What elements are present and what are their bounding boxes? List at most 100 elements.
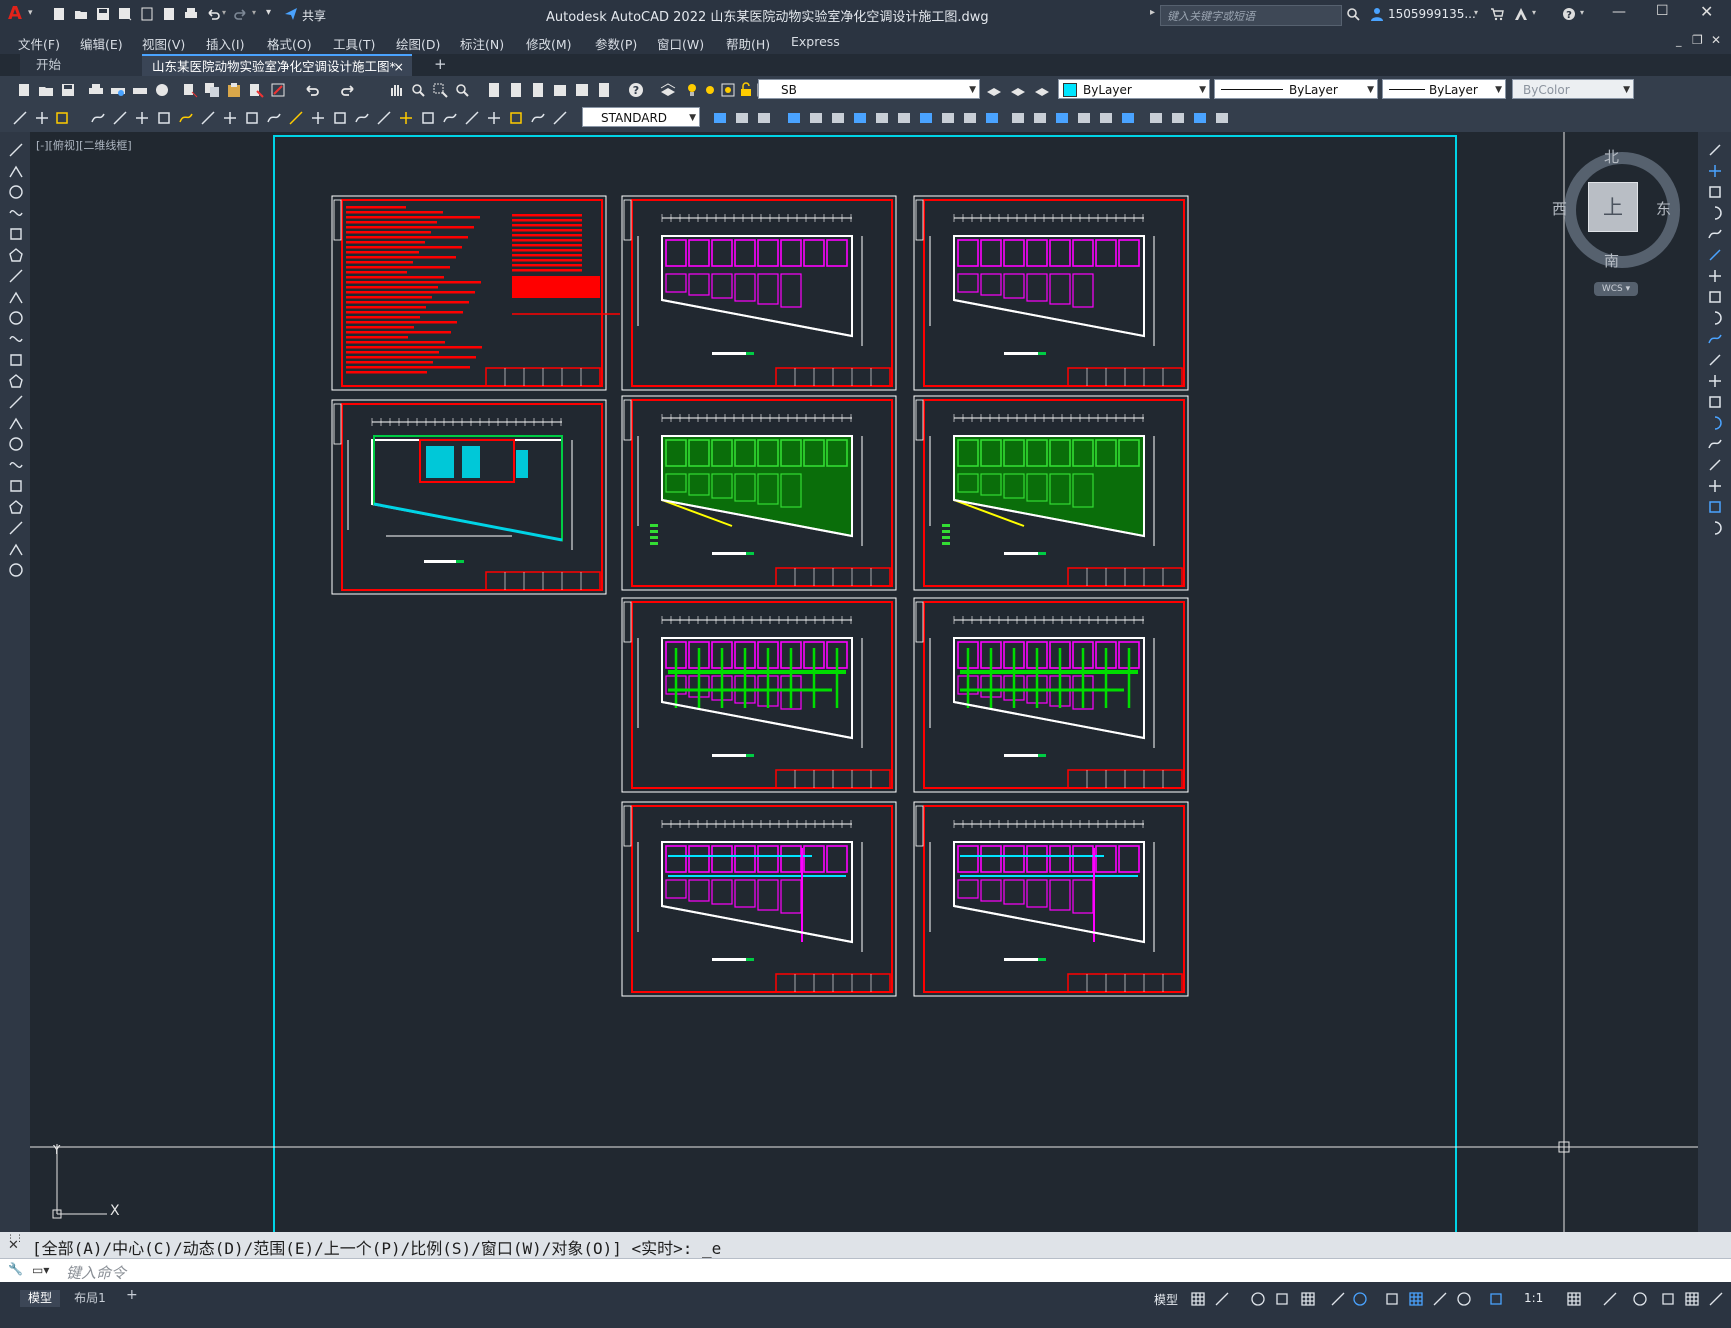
search-input[interactable]: 键入关键字或短语 — [1160, 5, 1342, 26]
layer-previous-icon[interactable] — [1010, 82, 1026, 98]
viewcube[interactable]: 上 北 南 西 东 WCS ▾ — [1552, 142, 1684, 302]
modify-tool-4-icon[interactable] — [1707, 226, 1723, 246]
open-icon[interactable] — [38, 82, 54, 98]
viewcube-top-face[interactable]: 上 — [1588, 182, 1638, 232]
status-toggle-8-icon[interactable] — [1408, 1291, 1424, 1311]
add-layout-button[interactable]: + — [126, 1287, 138, 1303]
lineweight-dropdown[interactable]: ByLayer ▼ — [1382, 79, 1506, 99]
layer-viewport-icon[interactable] — [720, 82, 736, 98]
compass-south-label[interactable]: 南 — [1604, 250, 1619, 271]
redo-toolbar-icon[interactable] — [340, 82, 356, 98]
wcs-menu-button[interactable]: WCS ▾ — [1594, 282, 1638, 296]
3dprint-icon[interactable] — [154, 82, 170, 98]
share-icon[interactable] — [284, 7, 298, 21]
modify-tool-10-icon[interactable] — [1707, 352, 1723, 372]
apps-dropdown-icon[interactable]: ▾ — [1532, 8, 1536, 17]
model-space-canvas[interactable]: Y X — [30, 132, 1698, 1232]
user-icon[interactable] — [1370, 7, 1384, 21]
layer-dropdown[interactable]: SB ▼ — [758, 79, 980, 99]
tool2-13-icon[interactable] — [310, 110, 326, 130]
command-customize-icon[interactable]: 🔧 — [8, 1262, 23, 1276]
properties-icon[interactable] — [486, 82, 502, 98]
redo-dropdown-icon[interactable]: ▾ — [252, 8, 256, 17]
undo-icon[interactable] — [206, 7, 220, 21]
menu-insert[interactable]: 插入(I) — [206, 34, 244, 53]
status-toggle-9-icon[interactable] — [1432, 1291, 1448, 1311]
menu-tools[interactable]: 工具(T) — [333, 34, 375, 53]
status-toggle-14-icon[interactable] — [1632, 1291, 1648, 1311]
doc-restore-icon[interactable]: ❐ — [1692, 33, 1703, 47]
save-icon[interactable] — [96, 7, 110, 21]
modify-tool-1-icon[interactable] — [1707, 163, 1723, 183]
tool2-21-icon[interactable] — [486, 110, 502, 130]
draw-tool-15-icon[interactable] — [8, 457, 24, 477]
modify2-15-icon[interactable] — [1054, 110, 1070, 130]
menu-modify[interactable]: 修改(M) — [526, 34, 572, 53]
close-icon[interactable]: ✕ — [1700, 2, 1713, 21]
doc-minimize-icon[interactable]: _ — [1676, 34, 1682, 47]
save-web-icon[interactable] — [162, 7, 176, 21]
status-toggle-1-icon[interactable] — [1214, 1291, 1230, 1311]
tool2-14-icon[interactable] — [332, 110, 348, 130]
modify2-11-icon[interactable] — [962, 110, 978, 130]
status-toggle-4-icon[interactable] — [1300, 1291, 1316, 1311]
modify2-17-icon[interactable] — [1098, 110, 1114, 130]
tool2-2-icon[interactable] — [54, 110, 70, 130]
make-current-layer-icon[interactable] — [986, 82, 1002, 98]
compass-east-label[interactable]: 东 — [1656, 198, 1671, 219]
draw-tool-9-icon[interactable] — [8, 331, 24, 351]
tab-start[interactable]: 开始 — [20, 54, 158, 76]
draw-tool-12-icon[interactable] — [8, 394, 24, 414]
menu-format[interactable]: 格式(O) — [267, 34, 312, 53]
draw-tool-3-icon[interactable] — [8, 205, 24, 225]
modify-tool-13-icon[interactable] — [1707, 415, 1723, 435]
search-expand-icon[interactable]: ▸ — [1150, 7, 1155, 18]
tool2-19-icon[interactable] — [442, 110, 458, 130]
tool2-0-icon[interactable] — [12, 110, 28, 130]
qnew-icon[interactable] — [16, 82, 32, 98]
menu-parametric[interactable]: 参数(P) — [595, 34, 637, 53]
draw-tool-4-icon[interactable] — [8, 226, 24, 246]
doc-close-icon[interactable]: ✕ — [1711, 33, 1721, 47]
save-toolbar-icon[interactable] — [60, 82, 76, 98]
copy-icon[interactable] — [204, 82, 220, 98]
modify2-10-icon[interactable] — [940, 110, 956, 130]
plot-icon[interactable] — [184, 7, 198, 21]
linetype-dropdown[interactable]: ByLayer ▼ — [1214, 79, 1378, 99]
modify-tool-7-icon[interactable] — [1707, 289, 1723, 309]
menu-help[interactable]: 帮助(H) — [726, 34, 770, 53]
status-toggle-10-icon[interactable] — [1456, 1291, 1472, 1311]
customize-qat-icon[interactable]: ▾ — [266, 7, 271, 18]
cart-icon[interactable] — [1490, 7, 1504, 21]
menu-view[interactable]: 视图(V) — [142, 34, 185, 53]
modify-tool-3-icon[interactable] — [1707, 205, 1723, 225]
drawing-sheet-plan[interactable] — [621, 195, 897, 391]
help-dropdown-icon[interactable]: ▾ — [1580, 8, 1584, 17]
layout-tab-1[interactable]: 布局1 — [68, 1290, 112, 1307]
tab-close-icon[interactable]: × — [394, 56, 404, 78]
drawing-sheet-site[interactable] — [331, 399, 607, 595]
tool2-16-icon[interactable] — [376, 110, 392, 130]
modify2-3-icon[interactable] — [786, 110, 802, 130]
open-folder-icon[interactable] — [74, 7, 88, 21]
user-name[interactable]: 1505999135... — [1388, 7, 1476, 21]
modify-tool-8-icon[interactable] — [1707, 310, 1723, 330]
cut-icon[interactable] — [182, 82, 198, 98]
draw-tool-14-icon[interactable] — [8, 436, 24, 456]
draw-tool-17-icon[interactable] — [8, 499, 24, 519]
text-style-dropdown[interactable]: STANDARD ▼ — [582, 107, 700, 127]
tool2-15-icon[interactable] — [354, 110, 370, 130]
drawing-sheet-zone[interactable] — [621, 395, 897, 591]
menu-express[interactable]: Express — [791, 34, 840, 49]
design-center-icon[interactable] — [508, 82, 524, 98]
user-dropdown-icon[interactable]: ▾ — [1474, 8, 1478, 17]
help-toolbar-icon[interactable]: ? — [628, 82, 644, 98]
drawing-sheet-duct[interactable] — [913, 597, 1189, 793]
draw-tool-19-icon[interactable] — [8, 541, 24, 561]
compass-west-label[interactable]: 西 — [1552, 198, 1567, 219]
draw-tool-20-icon[interactable] — [8, 562, 24, 582]
tool2-7-icon[interactable] — [178, 110, 194, 130]
modify2-21-icon[interactable] — [1192, 110, 1208, 130]
color-dropdown[interactable]: ByLayer ▼ — [1058, 79, 1210, 99]
modify2-8-icon[interactable] — [896, 110, 912, 130]
